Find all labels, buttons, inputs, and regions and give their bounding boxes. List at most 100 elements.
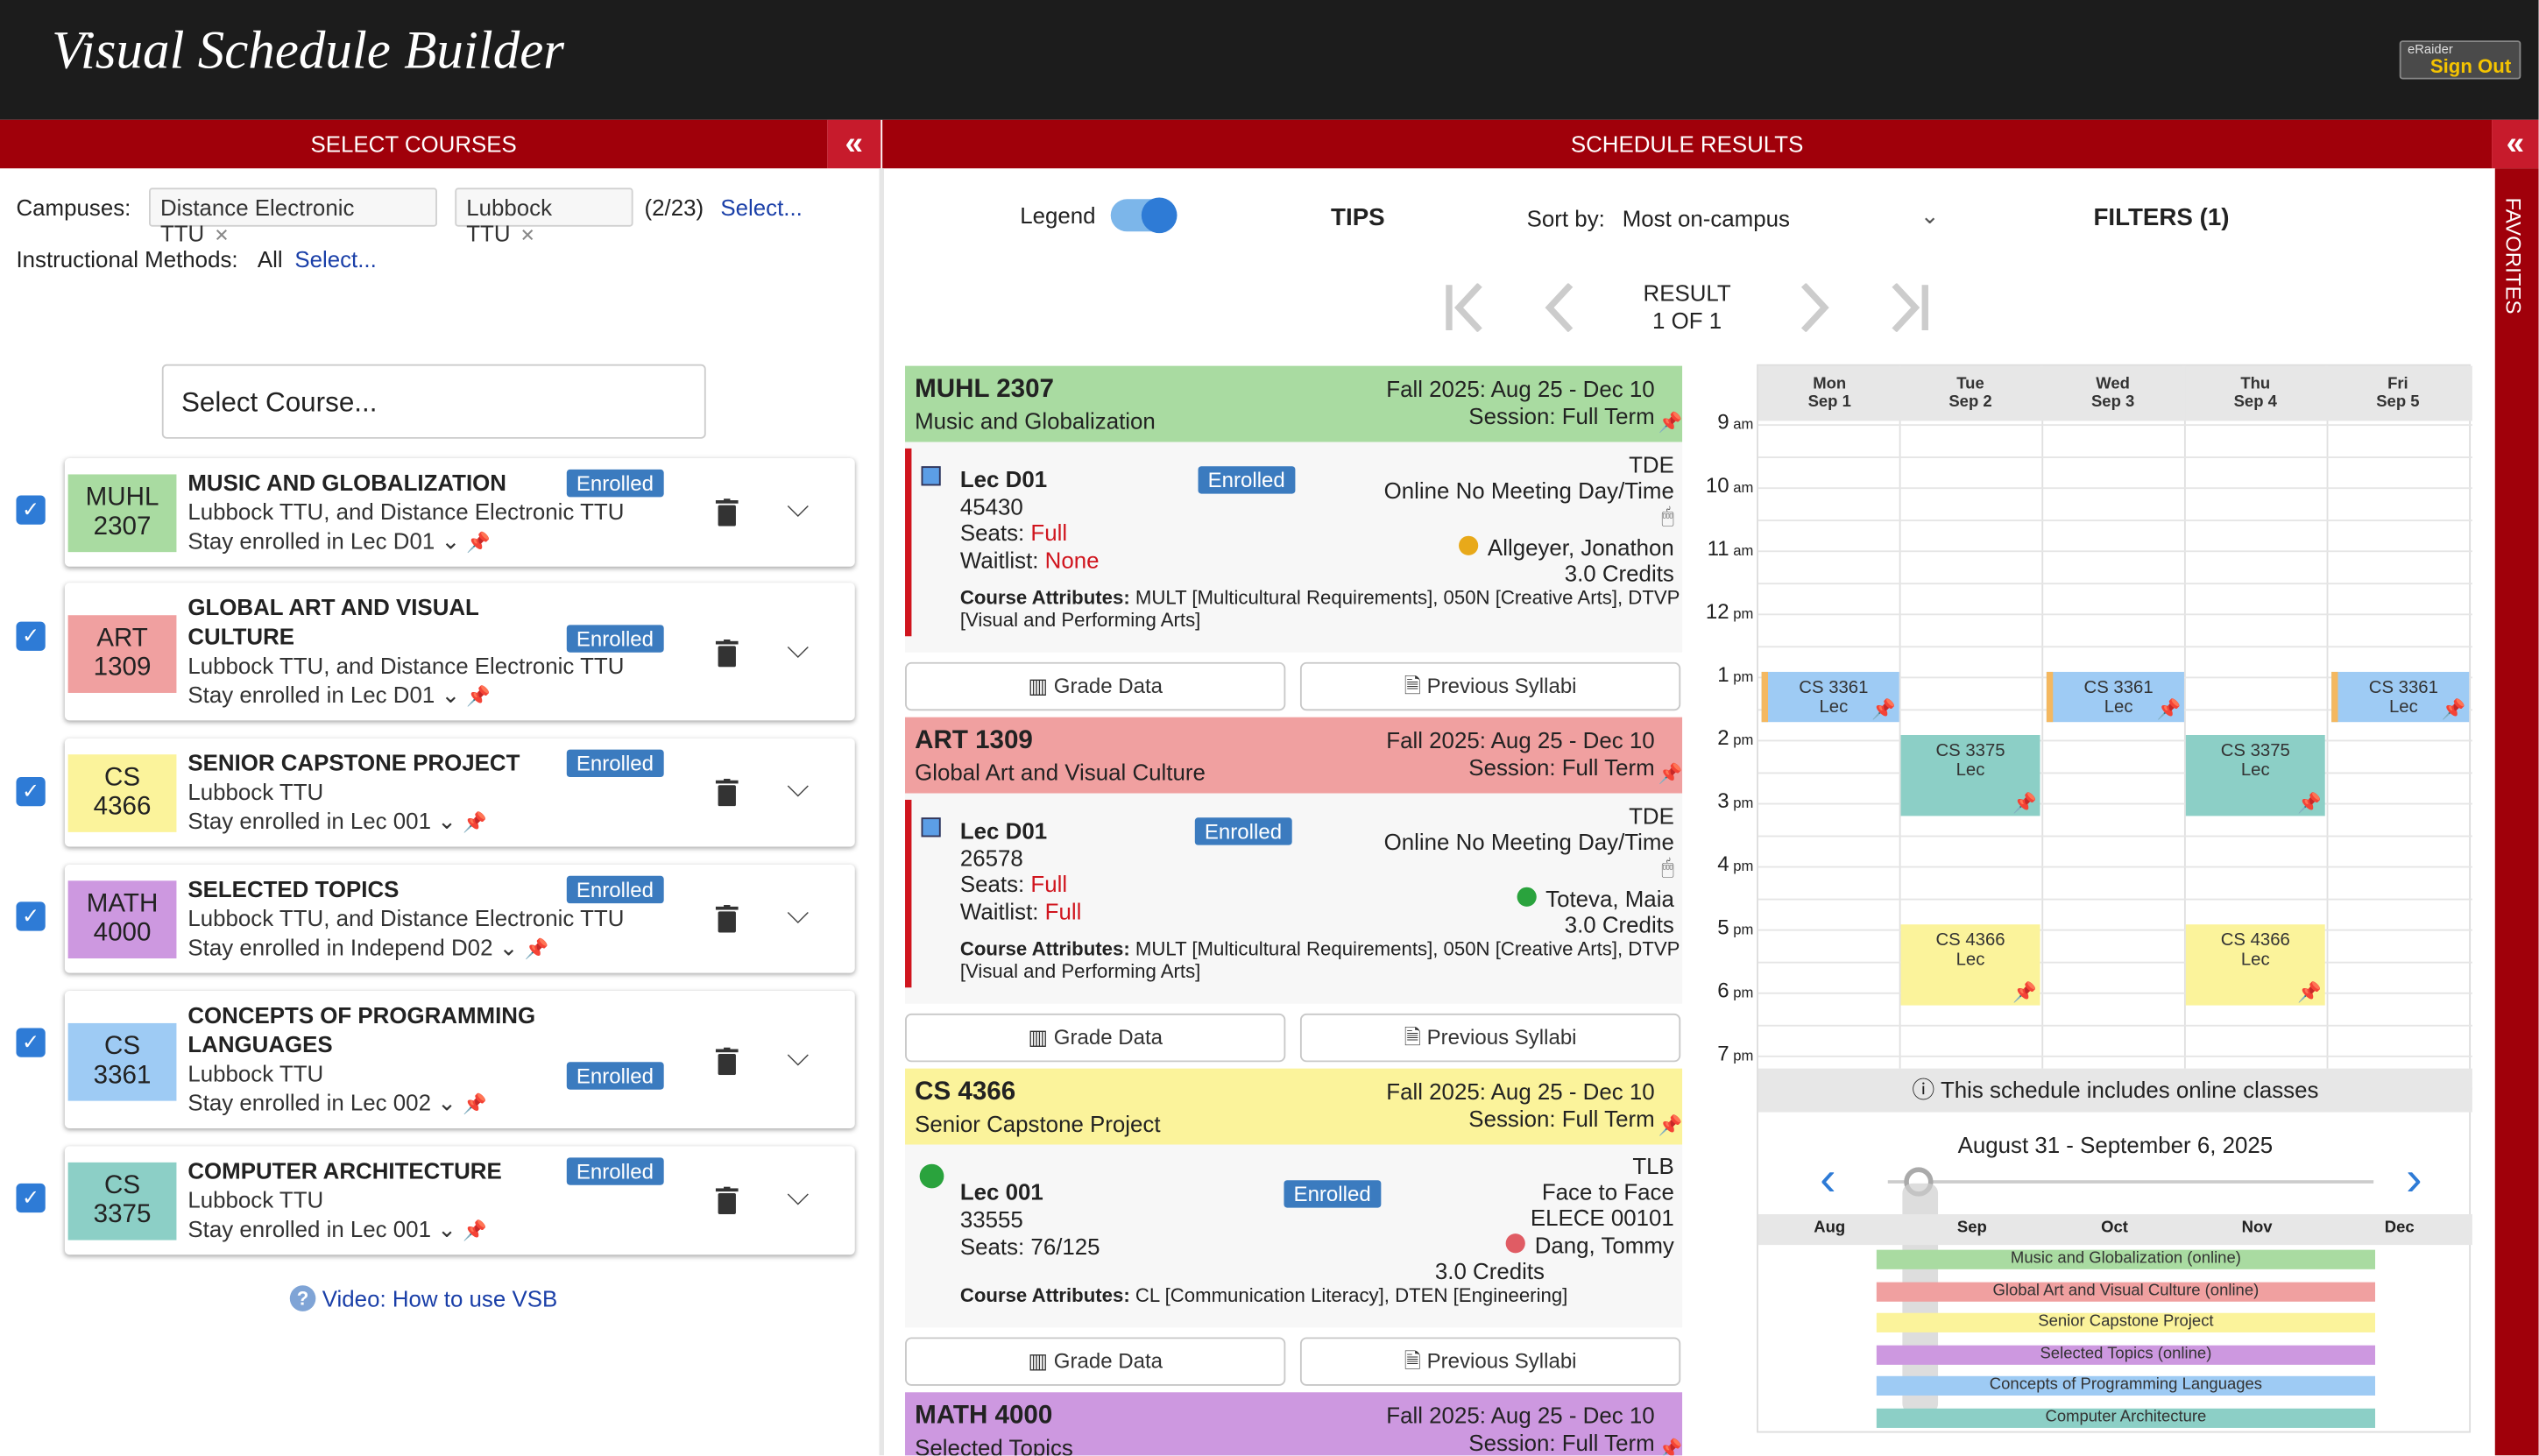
collapse-left-button[interactable]: « <box>827 119 881 169</box>
chevron-down-icon[interactable]: ⌄ <box>441 527 460 554</box>
previous-week-icon[interactable]: ‹ <box>1820 1153 1835 1208</box>
panel-divider[interactable] <box>879 168 885 1456</box>
expand-chevron-icon[interactable]: ⌵ <box>787 771 809 805</box>
calendar-event[interactable]: CS 4366 Lec 📌 <box>1900 924 2040 1006</box>
course-checkbox[interactable]: ✓ <box>16 901 46 931</box>
stay-enrolled-select[interactable]: Stay enrolled in Independ D02 ⌄ 📌 <box>187 934 548 961</box>
trash-icon[interactable] <box>715 1047 739 1076</box>
pin-icon[interactable]: 📌 <box>466 685 491 708</box>
status-dot-icon[interactable] <box>919 1163 944 1189</box>
course-card-cs3361[interactable]: CS 3361 CONCEPTS OF PROGRAMMING LANGUAGES … <box>64 990 855 1129</box>
remove-icon[interactable]: ✕ <box>214 227 229 246</box>
legend-toggle-knob[interactable] <box>1141 197 1178 234</box>
sign-out-button[interactable]: eRaider Sign Out <box>2399 40 2521 80</box>
course-checkbox[interactable]: ✓ <box>16 1028 46 1057</box>
course-checkbox[interactable]: ✓ <box>16 495 46 525</box>
filters-button[interactable]: FILTERS (1) <box>2093 204 2229 231</box>
stay-enrolled-select[interactable]: Stay enrolled in Lec D01 ⌄ 📌 <box>187 682 491 709</box>
first-result-icon[interactable] <box>1444 283 1486 332</box>
pin-icon[interactable]: 📌 <box>1658 1438 1682 1455</box>
result-session: Session: Full Term <box>1468 403 1655 429</box>
previous-syllabi-button[interactable]: 🗎 Previous Syllabi <box>1299 1337 1681 1386</box>
chevron-down-icon[interactable]: ⌄ <box>437 808 456 834</box>
chevron-down-icon[interactable]: ⌄ <box>441 682 460 708</box>
campus-tag-distance[interactable]: Distance Electronic TTU ✕ <box>149 187 437 246</box>
course-card-cs4366[interactable]: CS 4366 SENIOR CAPSTONE PROJECT Enrolled … <box>64 738 855 847</box>
previous-syllabi-button[interactable]: 🗎 Previous Syllabi <box>1299 1013 1681 1063</box>
pin-icon[interactable]: 📌 <box>463 1219 487 1242</box>
pin-icon[interactable]: 📌 <box>525 937 549 960</box>
favorites-label[interactable]: FAVORITES <box>2501 197 2526 314</box>
previous-result-icon[interactable] <box>1541 283 1577 332</box>
course-card-art[interactable]: ART 1309 GLOBAL ART AND VISUAL CULTURE En… <box>64 583 855 721</box>
section-checkbox[interactable] <box>921 466 941 486</box>
pin-icon[interactable]: 📌 <box>1658 1113 1682 1136</box>
expand-chevron-icon[interactable]: ⌵ <box>787 1039 809 1073</box>
expand-chevron-icon[interactable]: ⌵ <box>787 897 809 931</box>
course-checkbox[interactable]: ✓ <box>16 1183 46 1213</box>
course-card-cs3375[interactable]: CS 3375 COMPUTER ARCHITECTURE Enrolled Lu… <box>64 1146 855 1255</box>
online-icon: 🖱 <box>1661 503 1674 528</box>
pin-icon: 📌 <box>1871 697 1897 721</box>
pin-icon[interactable]: 📌 <box>463 1092 487 1115</box>
campus-tag-lubbock[interactable]: Lubbock TTU ✕ <box>455 187 633 246</box>
methods-select-link[interactable]: Select... <box>294 246 376 272</box>
pin-icon[interactable]: 📌 <box>1658 762 1682 785</box>
trash-icon[interactable] <box>715 778 739 807</box>
pin-icon[interactable]: 📌 <box>1658 411 1682 434</box>
stay-enrolled-select[interactable]: Stay enrolled in Lec 002 ⌄ 📌 <box>187 1090 486 1117</box>
next-result-icon[interactable] <box>1797 283 1833 332</box>
expand-chevron-icon[interactable]: ⌵ <box>787 632 809 666</box>
previous-syllabi-button[interactable]: 🗎 Previous Syllabi <box>1299 661 1681 711</box>
trash-icon[interactable] <box>715 639 739 668</box>
remove-icon[interactable]: ✕ <box>520 227 535 246</box>
video-link[interactable]: Video: How to use VSB <box>322 1285 557 1311</box>
pin-icon[interactable]: 📌 <box>466 531 491 554</box>
tips-button[interactable]: TIPS <box>1331 204 1385 231</box>
calendar-event[interactable]: CS 3375 Lec 📌 <box>1900 734 2040 816</box>
calendar-event[interactable]: CS 3361 Lec 📌 <box>2046 671 2184 723</box>
time-label: 2 pm <box>1717 724 1754 750</box>
result-card-header-muhl[interactable]: MUHL 2307 Music and Globalization Fall 2… <box>905 365 1683 442</box>
day-header: Thu Sep 4 <box>2185 365 2325 421</box>
collapse-favorites-button[interactable]: « <box>2492 119 2539 169</box>
calendar-event[interactable]: CS 3361 Lec 📌 <box>2331 671 2470 723</box>
chevron-down-icon[interactable]: ⌄ <box>437 1216 456 1242</box>
stay-enrolled-select[interactable]: Stay enrolled in Lec 001 ⌄ 📌 <box>187 808 486 835</box>
calendar-event[interactable]: CS 3361 Lec 📌 <box>1761 671 1899 723</box>
trash-icon[interactable] <box>715 498 739 527</box>
sort-select[interactable]: Most on-campus ⌄ <box>1623 202 1947 231</box>
calendar-event[interactable]: CS 3375 Lec 📌 <box>2185 734 2325 816</box>
last-result-icon[interactable] <box>1888 283 1930 332</box>
expand-chevron-icon[interactable]: ⌵ <box>787 491 809 525</box>
stay-enrolled-select[interactable]: Stay enrolled in Lec 001 ⌄ 📌 <box>187 1216 486 1243</box>
select-course-dropdown[interactable]: Select Course... <box>161 364 706 439</box>
campus-select-link[interactable]: Select... <box>720 194 802 221</box>
result-card-header-math[interactable]: MATH 4000 Selected Topics Fall 2025: Aug… <box>905 1392 1683 1456</box>
course-checkbox[interactable]: ✓ <box>16 777 46 807</box>
grid-line <box>1757 456 2472 458</box>
chevron-down-icon[interactable]: ⌄ <box>437 1090 456 1116</box>
result-card-header-art[interactable]: ART 1309 Global Art and Visual Culture F… <box>905 717 1683 794</box>
grade-data-button[interactable]: ▥ Grade Data <box>905 1337 1286 1386</box>
chevron-down-icon[interactable]: ⌄ <box>1920 202 1940 230</box>
course-card-muhl[interactable]: MUHL 2307 MUSIC AND GLOBALIZATION Enrolle… <box>64 457 855 567</box>
course-card-math[interactable]: MATH 4000 SELECTED TOPICS Enrolled Lubboc… <box>64 864 855 973</box>
chevron-down-icon[interactable]: ⌄ <box>499 934 519 960</box>
favorites-panel[interactable] <box>2494 168 2539 1456</box>
week-slider-track[interactable] <box>1887 1180 2374 1184</box>
app-title: Visual Schedule Builder <box>52 22 564 81</box>
trash-icon[interactable] <box>715 1186 739 1214</box>
calendar-event[interactable]: CS 4366 Lec 📌 <box>2185 924 2325 1006</box>
section-checkbox[interactable] <box>921 817 941 838</box>
course-checkbox[interactable]: ✓ <box>16 621 46 651</box>
trash-icon[interactable] <box>715 905 739 933</box>
next-week-icon[interactable]: › <box>2406 1153 2422 1208</box>
result-card-header-cs4366[interactable]: CS 4366 Senior Capstone Project Fall 202… <box>905 1068 1683 1145</box>
grade-data-button[interactable]: ▥ Grade Data <box>905 661 1286 711</box>
stay-enrolled-select[interactable]: Stay enrolled in Lec D01 ⌄ 📌 <box>187 527 491 555</box>
grade-data-button[interactable]: ▥ Grade Data <box>905 1013 1286 1063</box>
course-title: SENIOR CAPSTONE PROJECT <box>187 749 520 776</box>
pin-icon[interactable]: 📌 <box>463 811 487 834</box>
expand-chevron-icon[interactable]: ⌵ <box>787 1178 809 1212</box>
